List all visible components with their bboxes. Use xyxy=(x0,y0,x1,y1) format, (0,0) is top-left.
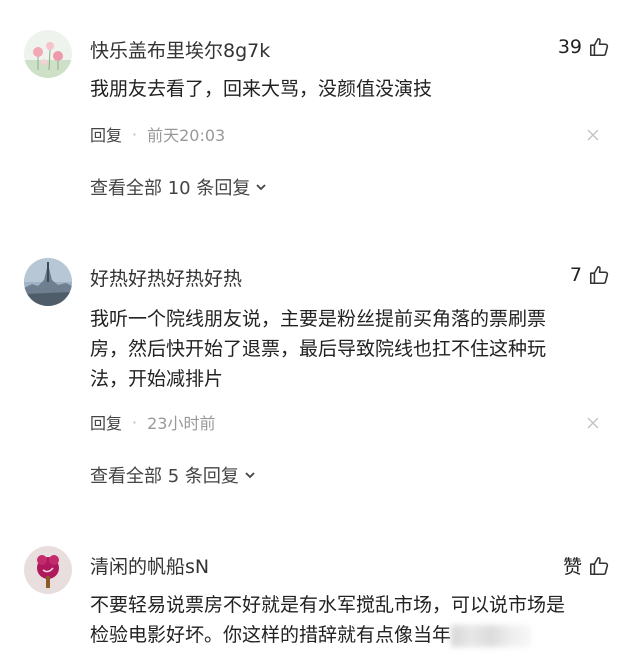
like-label: 赞 xyxy=(562,556,582,578)
timestamp: 前天20:03 xyxy=(147,126,226,145)
username[interactable]: 好热好热好热好热 xyxy=(90,264,242,291)
comment-text-line: 法，开始减排片 xyxy=(90,368,224,390)
comment-text-line: 我听一个院线朋友说，主要是粉丝提前买角落的票刷票 xyxy=(90,308,547,330)
view-all-replies-button[interactable]: 查看全部 10 条回复 xyxy=(90,174,268,200)
view-all-replies-label: 查看全部 10 条回复 xyxy=(90,178,251,199)
thumbs-up-icon xyxy=(589,37,609,57)
avatar[interactable] xyxy=(24,258,72,306)
like-button[interactable]: 39 xyxy=(558,36,610,58)
separator-dot: · xyxy=(132,124,138,144)
comment-text-line: 房，然后快开始了退票，最后导致院线也扛不住这种玩 xyxy=(90,338,547,360)
comment-text-line: 检验电影好坏。你这样的措辞就有点像当年 xyxy=(90,620,610,650)
comment-text-fragment: 检验电影好坏。你这样的措辞就有点像当年 xyxy=(90,624,452,646)
blurred-redaction xyxy=(451,624,532,647)
reply-button[interactable]: 回复 xyxy=(90,410,122,434)
comment-text: 我听一个院线朋友说，主要是粉丝提前买角落的票刷票 房，然后快开始了退票，最后导致… xyxy=(90,304,610,394)
comment-text: 我朋友去看了，回来大骂，没颜值没演技 xyxy=(90,78,433,100)
view-all-replies-label: 查看全部 5 条回复 xyxy=(90,466,239,487)
comment-meta: 回复 · 23小时前 xyxy=(90,410,215,434)
separator-dot: · xyxy=(132,412,138,432)
thumbs-up-icon xyxy=(589,556,609,575)
timestamp: 23小时前 xyxy=(147,414,216,433)
avatar[interactable] xyxy=(24,30,72,78)
username[interactable]: 清闲的帆船sN xyxy=(90,552,209,579)
thumbs-up-icon xyxy=(589,265,609,285)
chevron-down-icon xyxy=(245,472,255,479)
close-icon[interactable] xyxy=(586,416,600,430)
comment-meta: 回复 · 前天20:03 xyxy=(90,122,225,146)
like-count: 39 xyxy=(557,36,582,58)
comment-text-line: 不要轻易说票房不好就是有水军搅乱市场，可以说市场是 xyxy=(90,594,566,616)
view-all-replies-button[interactable]: 查看全部 5 条回复 xyxy=(90,462,257,488)
username[interactable]: 快乐盖布里埃尔8g7k xyxy=(90,36,270,63)
avatar[interactable] xyxy=(24,546,72,594)
like-count: 7 xyxy=(569,264,582,286)
comment-text: 不要轻易说票房不好就是有水军搅乱市场，可以说市场是 检验电影好坏。你这样的措辞就… xyxy=(90,590,610,650)
reply-button[interactable]: 回复 xyxy=(90,122,122,146)
like-button[interactable]: 赞 xyxy=(563,552,610,579)
close-icon[interactable] xyxy=(586,128,600,142)
chevron-down-icon xyxy=(256,184,266,191)
like-button[interactable]: 7 xyxy=(570,264,610,286)
